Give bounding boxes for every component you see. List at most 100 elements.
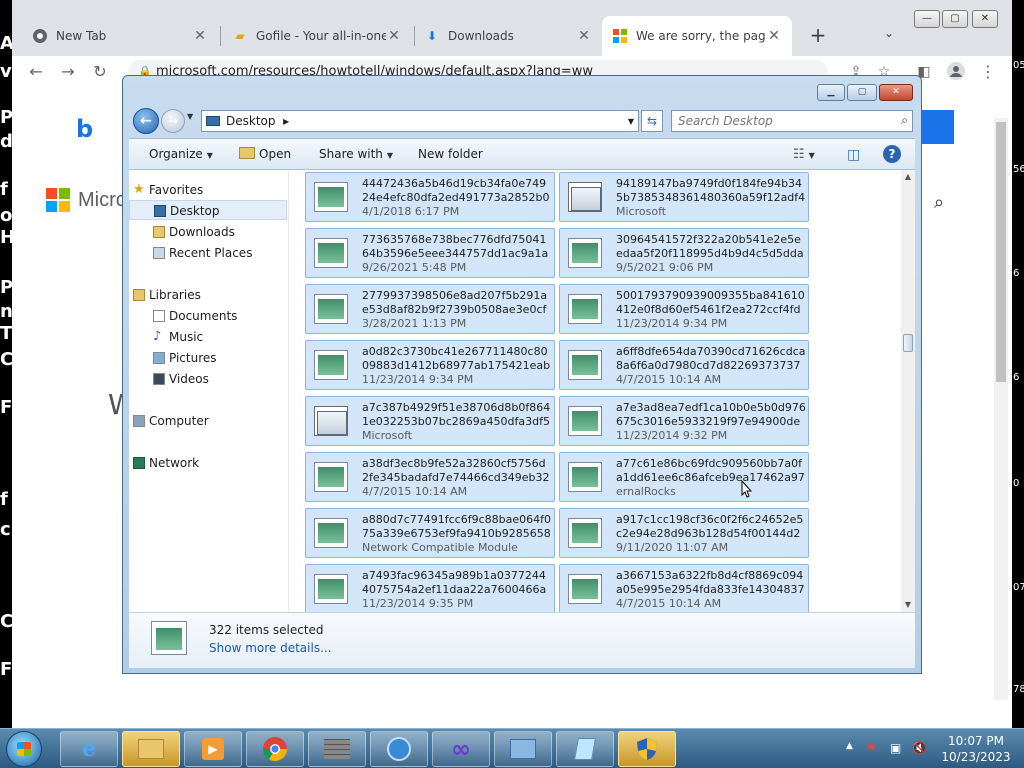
action-center-flag-icon[interactable]: ⚑ [866, 741, 877, 755]
nav-recent-places[interactable]: Recent Places [129, 243, 287, 263]
file-explorer-icon[interactable] [122, 731, 180, 767]
application-icon [310, 348, 352, 384]
microsoft-logo[interactable]: Micro [46, 188, 127, 212]
new-folder-button[interactable]: New folder [418, 147, 483, 161]
refresh-button[interactable]: ⇆ [641, 110, 663, 132]
nav-favorites[interactable]: ★ Favorites [129, 180, 287, 200]
background-text-fragment: Th [0, 323, 12, 344]
file-item[interactable]: a880d7c77491fcc6f9c88bae064f075a339e6753… [305, 508, 555, 558]
security-shield-icon[interactable] [618, 731, 676, 767]
back-arrow-icon[interactable]: ← [26, 62, 46, 82]
file-item[interactable]: 5001793790939009355ba841610412e0f8d60ef5… [559, 284, 809, 334]
view-options-icon[interactable]: ☷ ▼ [793, 147, 815, 162]
close-tab-icon[interactable]: ✕ [766, 28, 782, 44]
scroll-down-icon[interactable]: ▼ [901, 598, 915, 612]
history-dropdown-icon[interactable]: ▼ [187, 112, 193, 121]
internet-explorer-icon[interactable]: e [60, 731, 118, 767]
file-item[interactable]: 30964541572f322a20b541e2e5eedaa5f20f1189… [559, 228, 809, 278]
tab-microsoft-sorry[interactable]: We are sorry, the page y ✕ [602, 16, 792, 56]
close-tab-icon[interactable]: ✕ [576, 28, 592, 44]
search-icon[interactable]: ⌕ [934, 192, 944, 213]
show-more-details-link[interactable]: Show more details... [209, 641, 332, 655]
explorer-address-bar[interactable]: Desktop ▸ ▼ [201, 110, 639, 132]
share-with-menu[interactable]: Share with ▼ [319, 147, 393, 161]
background-text-fragment: 56 [1013, 164, 1024, 175]
explorer-search-box[interactable]: ⌕ [671, 110, 913, 132]
file-item[interactable]: 773635768e738bec776dfd7504164b3596e5eee3… [305, 228, 555, 278]
nav-computer[interactable]: Computer [129, 411, 287, 431]
page-scrollbar-thumb[interactable] [996, 122, 1006, 382]
volume-muted-icon[interactable]: 🔇 [912, 741, 927, 755]
file-list-scrollbar[interactable]: ▲ ▼ [901, 170, 915, 612]
clock-date[interactable]: 10/23/2023 [936, 750, 1016, 764]
control-panel-icon[interactable] [494, 731, 552, 767]
nav-network[interactable]: Network [129, 453, 287, 473]
file-item[interactable]: a3667153a6322fb8d4cf8869c094a05e995e2954… [559, 564, 809, 612]
network-status-icon[interactable]: ▣ [890, 741, 901, 755]
firewall-icon[interactable] [308, 731, 366, 767]
background-text-fragment: 78 [1013, 684, 1024, 695]
libraries-icon [133, 289, 145, 301]
download-icon: ⬇ [426, 29, 438, 43]
file-item[interactable]: a7493fac96345a989b1a03772444075754a2ef11… [305, 564, 555, 612]
close-tab-icon[interactable]: ✕ [386, 28, 402, 44]
explorer-close-button[interactable]: ✕ [879, 84, 913, 101]
tab-gofile[interactable]: ▰ Gofile - Your all-in-one s ✕ [222, 16, 412, 56]
explorer-forward-button[interactable]: → [161, 109, 185, 133]
maximize-button[interactable]: ▢ [942, 10, 968, 28]
help-icon[interactable]: ? [883, 145, 901, 163]
media-player-icon[interactable]: ▶ [184, 731, 242, 767]
nav-music[interactable]: ♪ Music [129, 327, 287, 347]
file-item[interactable]: a38df3ec8b9fe52a32860cf5756d2fe345badafd… [305, 452, 555, 502]
minimize-button[interactable]: — [914, 10, 940, 28]
profile-avatar-icon[interactable] [946, 62, 966, 82]
nav-desktop[interactable]: Desktop [129, 200, 287, 220]
file-item[interactable]: 44472436a5b46d19cb34fa0e74924e4efc80dfa2… [305, 172, 555, 222]
notepad-icon[interactable] [556, 731, 614, 767]
nav-documents[interactable]: Documents [129, 306, 287, 326]
chrome-taskbar-icon[interactable] [246, 731, 304, 767]
explorer-maximize-button[interactable]: ▢ [847, 84, 877, 101]
reload-icon[interactable]: ↻ [90, 62, 110, 82]
start-button[interactable] [6, 731, 42, 767]
new-tab-button[interactable]: + [806, 24, 830, 48]
explorer-minimize-button[interactable]: ▁ [817, 84, 845, 101]
scrollbar-thumb[interactable] [903, 334, 913, 352]
file-item[interactable]: a7e3ad8ea7edf1ca10b0e5b0d976675c3016e593… [559, 396, 809, 446]
tab-downloads[interactable]: ⬇ Downloads ✕ [414, 16, 602, 56]
tab-new-tab[interactable]: New Tab ✕ [22, 16, 218, 56]
nav-videos[interactable]: Videos [129, 369, 287, 389]
chrome-menu-icon[interactable]: ⋮ [978, 62, 998, 82]
file-item[interactable]: a6ff8dfe654da70390cd71626cdca8a6f6a0d798… [559, 340, 809, 390]
clock-app-icon[interactable] [370, 731, 428, 767]
file-item[interactable]: a7c387b4929f51e38706d8b0f8641e032253b07b… [305, 396, 555, 446]
close-tab-icon[interactable]: ✕ [192, 28, 208, 44]
show-hidden-icons-icon[interactable]: ▲ [846, 741, 853, 751]
nav-pictures[interactable]: Pictures [129, 348, 287, 368]
nav-downloads[interactable]: Downloads [129, 222, 287, 242]
page-scrollbar[interactable] [994, 118, 1008, 700]
clock-time[interactable]: 10:07 PM [936, 734, 1016, 748]
file-item[interactable]: 94189147ba9749fd0f184fe94b345b7385348361… [559, 172, 809, 222]
file-item[interactable]: a917c1cc198cf36c0f2f6c24652e5c2e94e28d96… [559, 508, 809, 558]
file-item[interactable]: a0d82c3730bc41e267711480c8009883d1412b68… [305, 340, 555, 390]
search-input[interactable] [672, 111, 884, 131]
file-item[interactable]: 2779937398506e8ad207f5b291ae53d8af82b9f2… [305, 284, 555, 334]
infinity-app-icon[interactable]: ∞ [432, 731, 490, 767]
explorer-title-bar[interactable]: ▁ ▢ ✕ [123, 76, 921, 108]
scroll-up-icon[interactable]: ▲ [901, 170, 915, 184]
preview-pane-icon[interactable]: ◫ [847, 147, 860, 163]
background-text-fragment: Fo [0, 659, 12, 680]
bing-logo-icon[interactable]: b [76, 115, 93, 143]
organize-menu[interactable]: Organize ▼ [149, 147, 213, 161]
bing-search-button[interactable] [920, 110, 954, 144]
file-item[interactable]: a77c61e86bc69fdc909560bb7a0fa1dd61ee6c86… [559, 452, 809, 502]
open-button[interactable]: Open [239, 147, 291, 161]
forward-arrow-icon[interactable]: → [58, 62, 78, 82]
address-dropdown-icon[interactable]: ▼ [624, 117, 638, 126]
tab-search-chevron-icon[interactable]: ⌄ [884, 26, 894, 40]
close-button[interactable]: ✕ [972, 10, 998, 28]
background-text-fragment: 0 [1013, 478, 1020, 489]
explorer-back-button[interactable]: ← [133, 108, 159, 134]
nav-libraries[interactable]: Libraries [129, 285, 287, 305]
